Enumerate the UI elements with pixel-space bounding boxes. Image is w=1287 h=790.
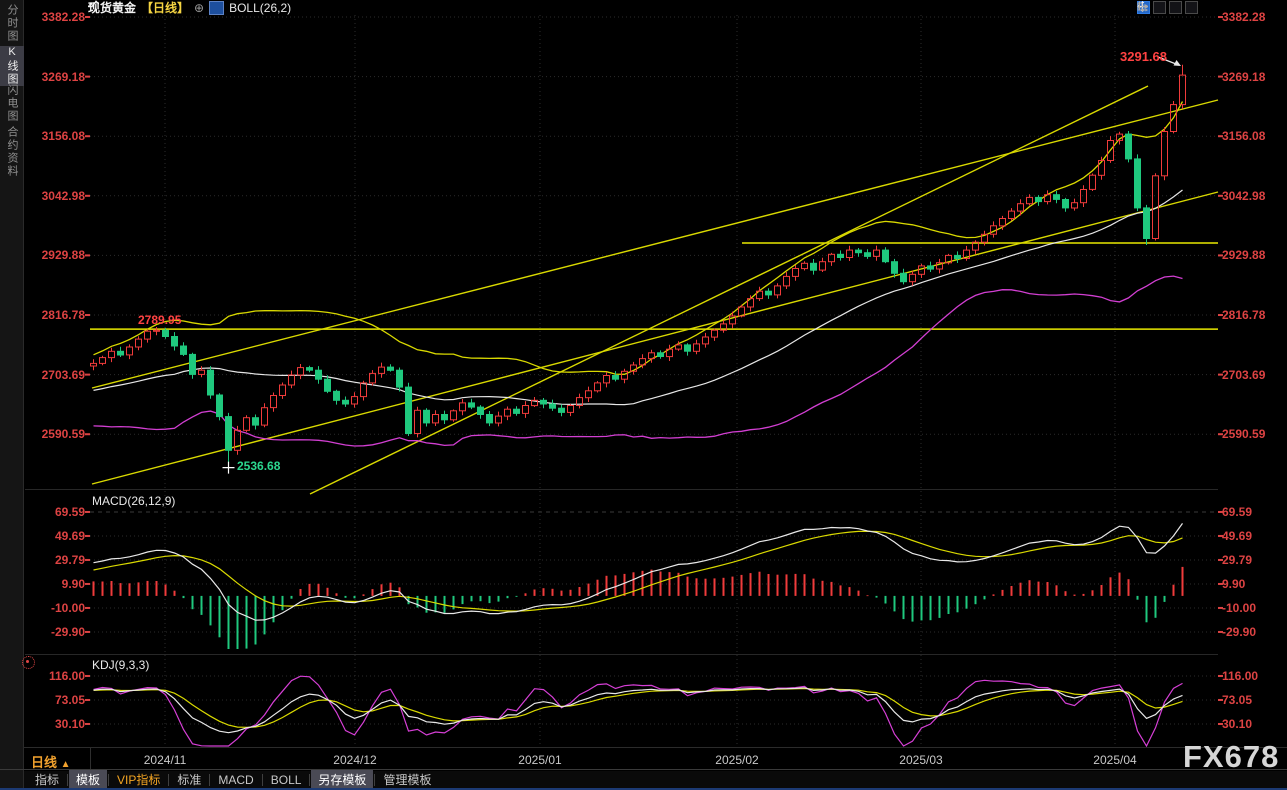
y-axis-label: 2816.78 [27, 308, 85, 322]
x-axis-label: 2025/03 [899, 753, 942, 767]
y-axis-label: 116.00 [27, 669, 85, 683]
toolbar-divider [374, 774, 375, 786]
y-axis-label: 9.90 [1222, 577, 1280, 591]
chart-header: 现货黄金 【日线】 ⊕ BOLL(26,2) [88, 0, 291, 15]
toolbar-item-5[interactable]: MACD [211, 772, 260, 788]
toolbar-divider [168, 774, 169, 786]
toolbar-item-3[interactable]: VIP指标 [110, 770, 167, 789]
x-axis-label: 2024/12 [333, 753, 376, 767]
macd-pane-title[interactable]: MACD(26,12,9) [92, 494, 175, 508]
sidebar: 分时图 K线图闪电图合约资料 [0, 0, 24, 790]
y-axis-label: 9.90 [27, 577, 85, 591]
xaxis-divider [90, 748, 91, 769]
toolbar-divider [209, 774, 210, 786]
y-axis-label: 49.69 [27, 529, 85, 543]
y-axis-label: 2703.69 [1222, 368, 1280, 382]
y-axis-label: -29.90 [1222, 625, 1280, 639]
y-axis-label: 29.79 [27, 553, 85, 567]
y-axis-label: 73.05 [1222, 693, 1280, 707]
watermark: FX678 [1183, 739, 1279, 775]
toolbar-item-2[interactable]: 模板 [69, 770, 107, 789]
add-indicator-icon[interactable]: ⊕ [194, 2, 204, 14]
toolbar-divider [309, 774, 310, 786]
kdj-settings-icon[interactable] [22, 656, 35, 669]
x-axis-label: 2025/01 [518, 753, 561, 767]
toolbar-item-6[interactable]: BOLL [264, 772, 309, 788]
bottom-toolbar: 指标模板VIP指标标准MACDBOLL另存模板管理模板 [24, 771, 1287, 788]
y-axis-label: 2703.69 [27, 368, 85, 382]
y-axis-label: 2929.88 [27, 248, 85, 262]
chart-canvas[interactable] [0, 0, 1287, 790]
fit-y-axis-icon[interactable] [1153, 1, 1166, 14]
y-axis-label: 3382.28 [1222, 10, 1280, 24]
x-axis-label: 2024/11 [144, 753, 187, 767]
toolbar-item-1[interactable]: 指标 [28, 770, 66, 789]
y-axis-label: 2590.59 [27, 427, 85, 441]
y-axis-label: 3042.98 [1222, 189, 1280, 203]
y-axis-label: 2929.88 [1222, 248, 1280, 262]
sidebar-item-2[interactable]: K线图 [0, 46, 24, 86]
y-axis-label: -10.00 [1222, 601, 1280, 615]
y-axis-label: 3156.08 [1222, 129, 1280, 143]
y-axis-label: 73.05 [27, 693, 85, 707]
trading-app-window: 分时图 K线图闪电图合约资料 现货黄金 【日线】 ⊕ BOLL(26,2) 338… [0, 0, 1287, 790]
x-axis-label: 2025/02 [715, 753, 758, 767]
chart-toolbar-icons [1137, 1, 1198, 14]
sidebar-item-3[interactable]: 闪电图 [0, 84, 24, 123]
pan-right-icon[interactable] [1185, 1, 1198, 14]
toolbar-divider [262, 774, 263, 786]
y-axis-label: 2816.78 [1222, 308, 1280, 322]
toolbar-divider [108, 774, 109, 786]
y-axis-label: 3156.08 [27, 129, 85, 143]
toolbar-item-4[interactable]: 标准 [170, 770, 208, 789]
kdj-settings-dot [26, 660, 29, 663]
y-axis-label: -10.00 [27, 601, 85, 615]
y-axis-label: 3382.28 [27, 10, 85, 24]
y-axis-label: 30.10 [1222, 717, 1280, 731]
toolbar-item-7[interactable]: 另存模板 [311, 770, 373, 789]
fit-x-axis-icon[interactable] [1169, 1, 1182, 14]
sidebar-item-4[interactable]: 合约资料 [0, 126, 24, 178]
y-axis-label: 69.59 [1222, 505, 1280, 519]
y-axis-label: 30.10 [27, 717, 85, 731]
annotation-apr-high: 3291.68 [1120, 49, 1167, 64]
xaxis-separator [24, 747, 1287, 748]
annotation-nov-low: 2536.68 [237, 459, 280, 473]
y-axis-label: 3042.98 [27, 189, 85, 203]
overlay-label[interactable]: BOLL(26,2) [229, 1, 291, 15]
y-axis-label: 116.00 [1222, 669, 1280, 683]
y-axis-label: 69.59 [27, 505, 85, 519]
toolbar-divider [67, 774, 68, 786]
y-axis-label: 49.69 [1222, 529, 1280, 543]
y-axis-label: 3269.18 [27, 70, 85, 84]
period-tag: 【日线】 [141, 0, 189, 16]
overlay-chip-icon[interactable] [209, 1, 224, 15]
y-axis-label: -29.90 [27, 625, 85, 639]
kdj-pane-title[interactable]: KDJ(9,3,3) [92, 658, 149, 672]
y-axis-label: 29.79 [1222, 553, 1280, 567]
y-axis-label: 3269.18 [1222, 70, 1280, 84]
x-axis-label: 2025/04 [1093, 753, 1136, 767]
y-axis-label: 2590.59 [1222, 427, 1280, 441]
annotation-oct-high: 2789.95 [138, 313, 181, 327]
toolbar-item-8[interactable]: 管理模板 [376, 770, 438, 789]
sidebar-item-1[interactable]: 分时图 [0, 4, 24, 43]
